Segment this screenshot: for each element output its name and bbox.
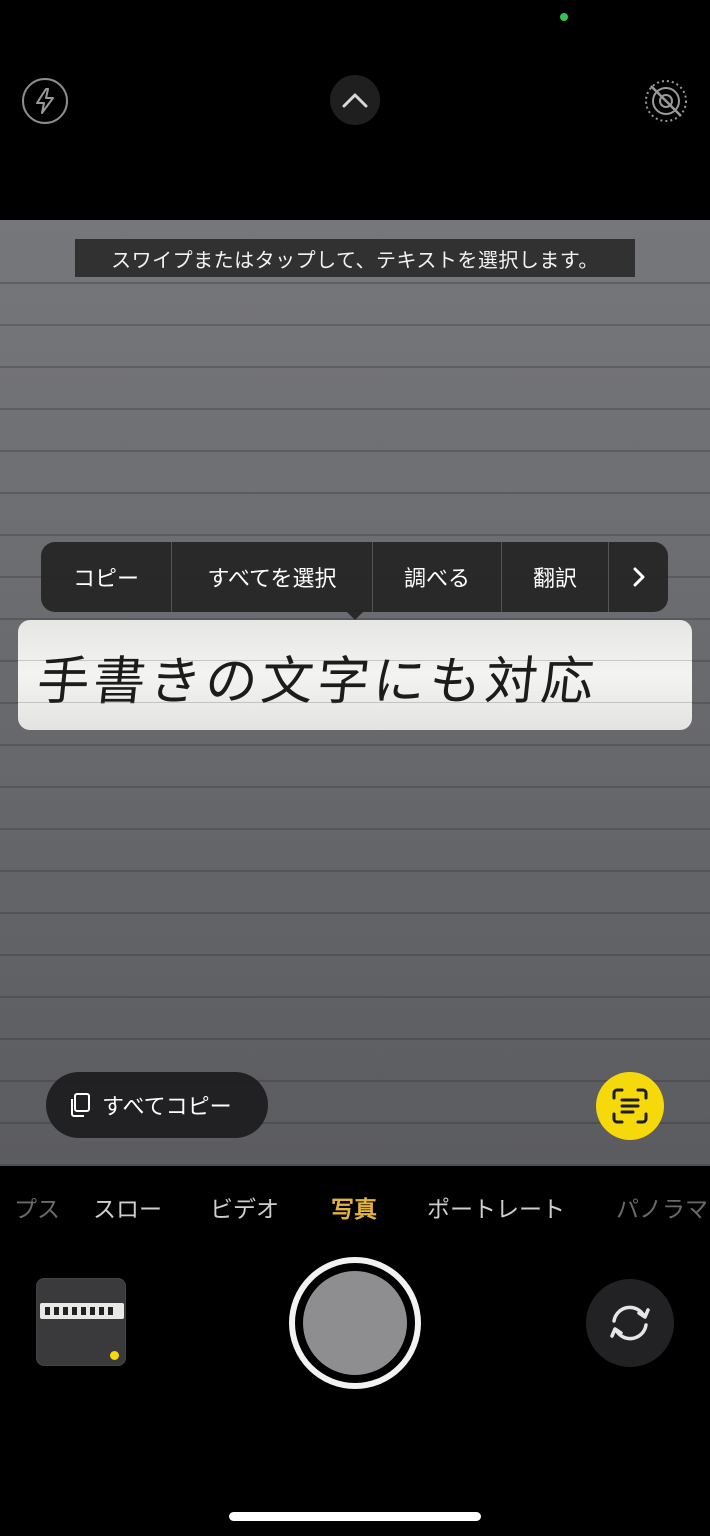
camera-flip-button[interactable] (586, 1279, 674, 1367)
copy-all-label: すべてコピー (102, 1095, 232, 1120)
mode-timelapse[interactable]: プス (14, 1190, 60, 1224)
camera-mode-selector: プス スロー ビデオ 写真 ポートレート パノラマ (0, 1190, 710, 1230)
thumbnail-handwriting (45, 1307, 115, 1315)
mode-photo[interactable]: 写真 (331, 1190, 377, 1224)
mode-slo-mo[interactable]: スロー (93, 1190, 162, 1224)
chevron-right-icon (633, 567, 644, 587)
camera-flip-icon (610, 1305, 650, 1341)
translate-menu-item[interactable]: 翻訳 (502, 542, 609, 612)
menu-more-button[interactable] (609, 542, 668, 612)
live-text-button[interactable] (596, 1072, 664, 1140)
look-up-menu-item[interactable]: 調べる (373, 542, 502, 612)
live-text-scan-icon (612, 1088, 648, 1124)
mode-video[interactable]: ビデオ (210, 1190, 279, 1224)
selected-text-highlight[interactable]: 手書きの文字にも対応 (18, 620, 692, 730)
shutter-button[interactable] (289, 1257, 421, 1389)
handwritten-text: 手書きの文字にも対応 (34, 651, 601, 712)
flash-bolt-icon (36, 88, 54, 114)
menu-pointer (345, 610, 365, 620)
last-photo-thumbnail[interactable] (36, 1278, 126, 1366)
chevron-up-icon (342, 93, 368, 108)
copy-icon (71, 1093, 90, 1117)
mode-portrait[interactable]: ポートレート (427, 1190, 565, 1224)
camera-in-use-indicator (560, 13, 568, 21)
select-all-menu-item[interactable]: すべてを選択 (172, 542, 373, 612)
live-photo-off-icon (645, 80, 687, 122)
shutter-inner (303, 1271, 407, 1375)
text-selection-hint: スワイプまたはタップして、テキストを選択します。 (75, 239, 635, 277)
copy-menu-item[interactable]: コピー (41, 542, 172, 612)
live-photo-button[interactable] (642, 77, 690, 125)
camera-viewfinder[interactable]: スワイプまたはタップして、テキストを選択します。 コピー すべてを選択 調べる … (0, 220, 710, 1166)
text-edit-menu: コピー すべてを選択 調べる 翻訳 (41, 542, 668, 612)
expand-controls-button[interactable] (330, 75, 380, 125)
home-indicator[interactable] (229, 1512, 481, 1521)
copy-all-button[interactable]: すべてコピー (46, 1072, 268, 1138)
mode-pano[interactable]: パノラマ (616, 1190, 708, 1224)
thumbnail-live-text-dot (110, 1351, 119, 1360)
flash-button[interactable] (22, 78, 68, 124)
